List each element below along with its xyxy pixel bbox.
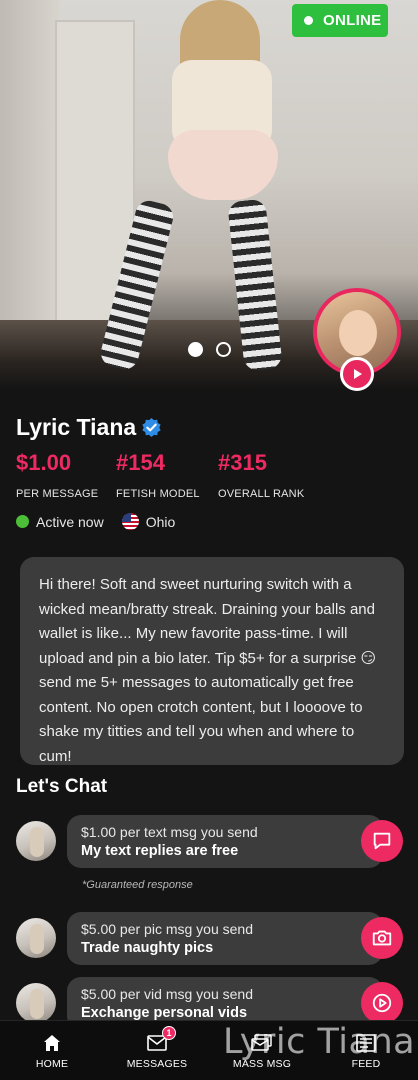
profile-name: Lyric Tiana [16,414,137,440]
chat-option-avatar [16,983,56,1023]
nav-home[interactable]: HOME [22,1021,82,1080]
option-price: $5.00 per vid msg you send [81,986,253,1002]
profile-name-row: Lyric Tiana [16,414,161,441]
avatar-face [339,310,377,356]
chat-icon [373,832,391,850]
send-text-button[interactable] [361,820,403,862]
unread-count-badge: 1 [162,1026,176,1040]
camera-icon [372,930,392,946]
stat-per-message: $1.00 PER MESSAGE [16,450,98,500]
play-circle-icon [372,993,392,1013]
feed-icon [356,1034,376,1052]
stat-overall-rank[interactable]: #315 OVERALL RANK [218,450,304,500]
stat-label: OVERALL RANK [218,488,305,500]
stat-value: #154 [116,450,165,475]
option-description: Exchange personal vids [81,1005,248,1021]
verified-badge-icon [142,418,161,437]
story-play-button[interactable] [340,357,374,391]
nav-label: HOME [35,1058,69,1070]
presence-row: Active now Ohio [16,513,175,530]
active-status-dot-icon [16,515,29,528]
photo-background-wall [0,0,60,330]
stat-label: PER MESSAGE [16,488,99,500]
section-title-lets-chat: Let's Chat [16,776,108,797]
mass-message-icon [251,1034,272,1051]
location-text: Ohio [145,513,176,530]
nav-label: MASS MSG [232,1058,292,1070]
send-pic-button[interactable] [361,917,403,959]
online-status-label: ONLINE [323,12,382,29]
stat-category-rank[interactable]: #154 FETISH MODEL [116,450,200,500]
option-description: My text replies are free [81,843,239,859]
nav-label: FEED [351,1058,381,1070]
active-status-text: Active now [36,513,104,530]
nav-label: MESSAGES [126,1058,188,1070]
chat-option-avatar [16,821,56,861]
stat-value: $1.00 [16,450,72,475]
carousel-pager[interactable] [188,342,231,357]
option-price: $5.00 per pic msg you send [81,921,253,937]
pager-dot-active[interactable] [188,342,203,357]
profile-bio: Hi there! Soft and sweet nurturing switc… [20,557,404,765]
chat-option-avatar [16,918,56,958]
stat-label: FETISH MODEL [116,488,200,500]
send-vid-button[interactable] [361,982,403,1024]
option-price: $1.00 per text msg you send [81,824,258,840]
us-flag-icon [121,513,139,530]
online-status-badge: ONLINE [292,4,388,37]
photo-figure-hips [168,130,278,200]
chat-option-pic[interactable]: $5.00 per pic msg you send Trade naughty… [67,912,383,965]
home-icon [44,1035,60,1051]
guaranteed-response-note: *Guaranteed response [82,879,193,891]
pager-dot[interactable] [216,342,231,357]
option-description: Trade naughty pics [81,940,214,956]
play-icon [354,369,362,379]
chat-option-text[interactable]: $1.00 per text msg you send My text repl… [67,815,383,868]
nav-mass-msg[interactable]: MASS MSG [229,1021,295,1080]
nav-messages[interactable]: 1 MESSAGES [122,1021,192,1080]
online-dot-icon [304,16,313,25]
stat-value: #315 [218,450,267,475]
nav-feed[interactable]: FEED [343,1021,389,1080]
bottom-nav: HOME 1 MESSAGES MASS MSG FEED [0,1020,418,1080]
